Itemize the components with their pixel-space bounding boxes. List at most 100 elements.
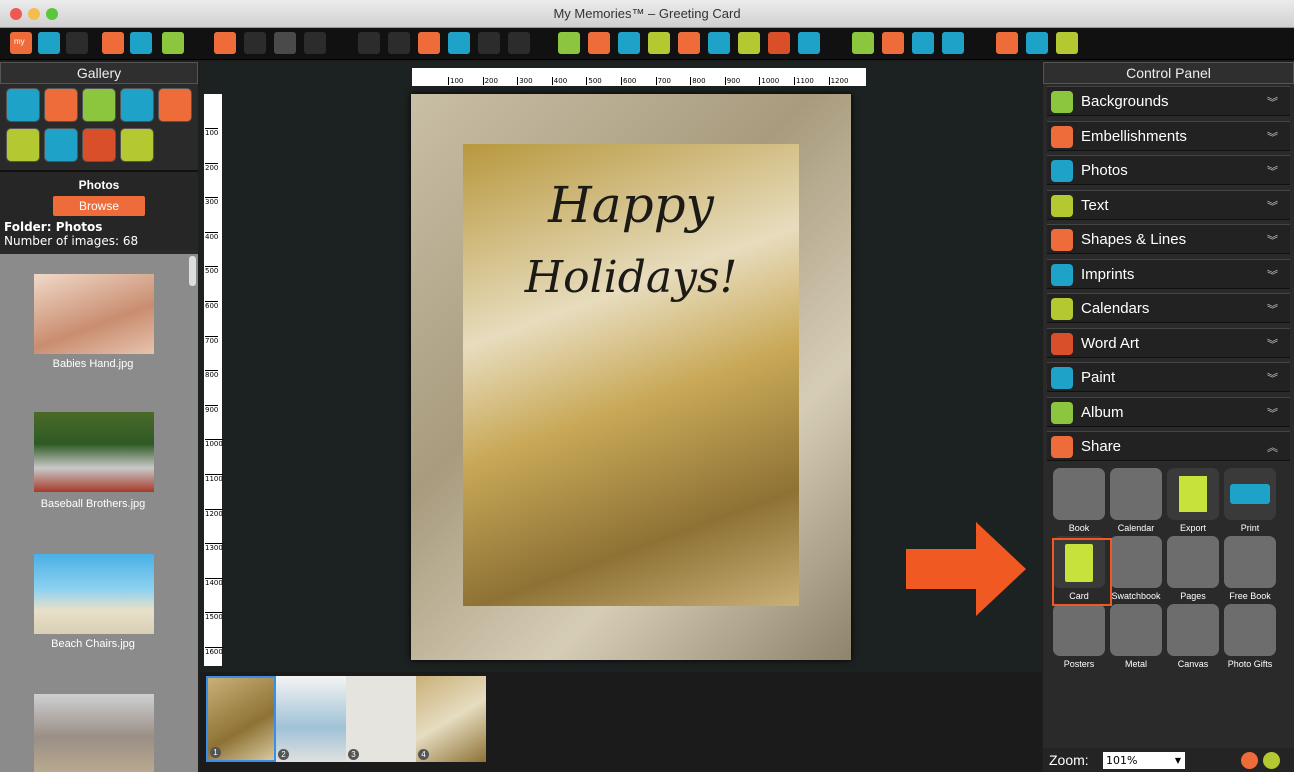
calendar-icon <box>1051 298 1073 320</box>
ruler-tick: 900 <box>724 77 741 85</box>
word-art-icon[interactable] <box>82 128 116 162</box>
share-book-icon[interactable] <box>1053 468 1105 520</box>
share-icon <box>1051 436 1073 458</box>
share-export-icon[interactable] <box>1167 468 1219 520</box>
save-icon[interactable] <box>66 32 88 54</box>
layout-icon[interactable] <box>102 32 124 54</box>
photo-caption: Babies Hand.jpg <box>52 358 134 370</box>
redo-icon[interactable] <box>508 32 530 54</box>
section-label: Word Art <box>1081 334 1140 352</box>
layout-icon[interactable] <box>120 128 154 162</box>
card-text-line2[interactable]: Holidays! <box>463 252 799 303</box>
section-shapes-lines[interactable]: Shapes & Lines ︾ <box>1047 224 1290 254</box>
bleed-icon[interactable] <box>304 32 326 54</box>
section-paint[interactable]: Paint ︾ <box>1047 362 1290 392</box>
camera-icon[interactable] <box>6 88 40 122</box>
share-canvas-icon[interactable] <box>1167 604 1219 656</box>
section-share[interactable]: Share ︽ <box>1047 431 1290 461</box>
ruler-tick: 1000 <box>759 77 780 85</box>
section-text[interactable]: Text ︾ <box>1047 189 1290 220</box>
photo-thumbnail[interactable] <box>34 694 154 772</box>
card-text-line1[interactable]: Happy <box>463 176 799 234</box>
share-metal-icon[interactable] <box>1110 604 1162 656</box>
copy-icon[interactable] <box>358 32 380 54</box>
butterfly-icon[interactable] <box>708 32 730 54</box>
share-swatchbook-icon[interactable] <box>1110 536 1162 588</box>
calendar-icon[interactable] <box>738 32 760 54</box>
paste-icon[interactable] <box>388 32 410 54</box>
section-photos[interactable]: Photos ︾ <box>1047 155 1290 185</box>
photo-thumbnail[interactable] <box>34 554 154 634</box>
add-page-icon[interactable] <box>162 32 184 54</box>
section-calendars[interactable]: Calendars ︾ <box>1047 293 1290 323</box>
share-calendar-icon[interactable] <box>1110 468 1162 520</box>
cloud-icon[interactable] <box>158 88 192 122</box>
export-icon[interactable] <box>912 32 934 54</box>
text-icon[interactable] <box>648 32 670 54</box>
page-thumbnail[interactable]: 2 <box>276 676 346 762</box>
card-background-image[interactable]: Happy Holidays! <box>463 144 799 606</box>
frames-icon[interactable] <box>120 88 154 122</box>
chevron-down-icon: ︾ <box>1267 373 1278 385</box>
section-label: Share <box>1081 438 1122 455</box>
ruler-tick: 1100 <box>794 77 814 85</box>
section-label: Shapes & Lines <box>1081 231 1187 248</box>
zoom-out-icon[interactable] <box>1263 752 1280 769</box>
share-label: Posters <box>1063 659 1095 669</box>
camera-icon[interactable] <box>618 32 640 54</box>
browse-button[interactable]: Browse <box>53 196 145 216</box>
section-word-art[interactable]: Word Art ︾ <box>1047 327 1290 358</box>
print-icon[interactable] <box>942 32 964 54</box>
scrollbar[interactable] <box>189 256 196 286</box>
section-imprints[interactable]: Imprints ︾ <box>1047 258 1290 289</box>
chevron-down-icon: ▼ <box>1174 756 1181 765</box>
my-memories-logo-icon[interactable]: my <box>10 32 32 54</box>
brush-icon[interactable] <box>798 32 820 54</box>
grid-icon[interactable] <box>274 32 296 54</box>
share-free-book-icon[interactable] <box>1224 536 1276 588</box>
backgrounds-icon[interactable] <box>82 88 116 122</box>
page-thumbnail[interactable]: 1 <box>206 676 276 762</box>
star-icon[interactable] <box>6 128 40 162</box>
butterfly-icon[interactable] <box>44 128 78 162</box>
share-posters-icon[interactable] <box>1053 604 1105 656</box>
open-folder-icon[interactable] <box>38 32 60 54</box>
chevron-down-icon: ︾ <box>1267 131 1278 144</box>
backgrounds-icon[interactable] <box>558 32 580 54</box>
search-icon[interactable] <box>1056 32 1078 54</box>
check-icon[interactable] <box>852 32 874 54</box>
zoom-label: Zoom: <box>1049 752 1089 768</box>
single-page-icon[interactable] <box>214 32 236 54</box>
page-thumbnail[interactable]: 4 <box>416 676 486 762</box>
photo-list[interactable]: Babies Hand.jpg Baseball Brothers.jpg Be… <box>0 254 198 772</box>
bring-front-icon[interactable] <box>418 32 440 54</box>
spread-icon[interactable] <box>244 32 266 54</box>
help-icon[interactable] <box>1026 32 1048 54</box>
play-icon[interactable] <box>882 32 904 54</box>
flower-icon <box>1051 125 1073 148</box>
photo-thumbnail[interactable] <box>34 274 154 354</box>
share-label: Pages <box>1180 591 1206 601</box>
flower-icon[interactable] <box>44 88 78 122</box>
zoom-in-icon[interactable] <box>1241 752 1258 769</box>
section-album[interactable]: Album ︾ <box>1047 396 1290 427</box>
share-pages-icon[interactable] <box>1167 536 1219 588</box>
share-photo-gifts-icon[interactable] <box>1224 604 1276 656</box>
word-art-icon[interactable] <box>768 32 790 54</box>
greeting-card-page[interactable]: Happy Holidays! <box>411 94 851 660</box>
chevron-up-icon: ︽ <box>1267 442 1278 454</box>
cloud-icon[interactable] <box>996 32 1018 54</box>
undo-icon[interactable] <box>478 32 500 54</box>
page-thumbnail[interactable]: 3 <box>346 676 416 762</box>
section-label: Backgrounds <box>1081 93 1169 110</box>
share-print-icon[interactable] <box>1224 468 1276 520</box>
photo-thumbnail[interactable] <box>34 412 154 492</box>
star-icon[interactable] <box>678 32 700 54</box>
section-embellishments[interactable]: Embellishments ︾ <box>1047 120 1290 151</box>
section-label: Embellishments <box>1081 127 1187 145</box>
section-backgrounds[interactable]: Backgrounds ︾ <box>1047 86 1290 116</box>
import-icon[interactable] <box>130 32 152 54</box>
flower-icon[interactable] <box>588 32 610 54</box>
send-back-icon[interactable] <box>448 32 470 54</box>
zoom-select[interactable]: 101% ▼ <box>1103 752 1185 769</box>
